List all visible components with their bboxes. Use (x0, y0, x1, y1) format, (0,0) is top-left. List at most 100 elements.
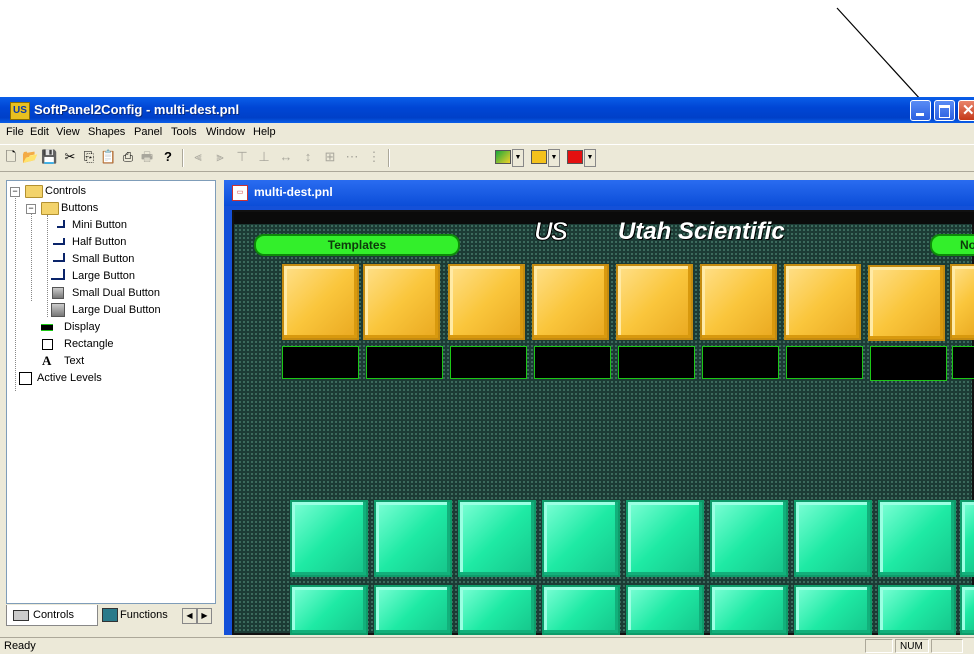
button-color-icon[interactable] (531, 150, 547, 164)
collapse-icon[interactable]: − (10, 187, 20, 197)
display[interactable] (534, 346, 611, 379)
space-down-icon[interactable]: ⋮ (366, 149, 382, 165)
mini-button-icon (57, 220, 65, 228)
document-title-bar[interactable]: ▭ multi-dest.pnl (224, 180, 974, 206)
align-bottom-icon[interactable]: ⊥ (256, 149, 272, 165)
align-left-icon[interactable]: ⫷ (190, 149, 206, 165)
destination-button[interactable] (960, 585, 974, 635)
panel-canvas[interactable]: Templates No US Utah Scientific (232, 210, 974, 635)
menu-file[interactable]: File (6, 126, 24, 138)
destination-button[interactable] (542, 585, 620, 635)
collapse-icon[interactable]: − (26, 204, 36, 214)
tree-item-mini-button[interactable]: Mini Button (49, 217, 209, 233)
close-button[interactable]: ✕ (958, 100, 974, 121)
templates-label[interactable]: Templates (254, 234, 460, 256)
open-folder-icon[interactable]: 📂 (22, 149, 38, 165)
tree-line (47, 215, 48, 317)
display[interactable] (786, 346, 863, 379)
template-button[interactable] (616, 264, 693, 340)
destination-button[interactable] (710, 500, 788, 577)
tree-item-half-button[interactable]: Half Button (49, 234, 209, 250)
tab-controls[interactable]: Controls (6, 605, 98, 626)
tab-functions[interactable]: Functions (98, 605, 182, 625)
destination-button[interactable] (374, 500, 452, 577)
print-preview-icon[interactable]: ⎙ (120, 149, 136, 165)
tree-item-rectangle[interactable]: Rectangle (33, 336, 203, 352)
destination-button[interactable] (626, 585, 704, 635)
copy-icon[interactable]: ⎘ (81, 149, 97, 165)
same-height-icon[interactable]: ↕ (300, 149, 316, 165)
paste-icon[interactable]: 📋 (100, 149, 116, 165)
display[interactable] (450, 346, 527, 379)
display[interactable] (618, 346, 695, 379)
tree-item-controls[interactable]: − Controls (9, 183, 209, 199)
tree-item-large-button[interactable]: Large Button (49, 268, 209, 284)
maximize-button[interactable] (934, 100, 955, 121)
same-width-icon[interactable]: ↔ (278, 149, 294, 165)
tree-item-active-levels[interactable]: Active Levels (17, 370, 207, 386)
checkbox-icon[interactable] (19, 372, 32, 385)
display[interactable] (282, 346, 359, 379)
template-button[interactable] (868, 265, 945, 341)
menu-tools[interactable]: Tools (171, 126, 197, 138)
destination-button[interactable] (458, 500, 536, 577)
destination-button[interactable] (290, 585, 368, 635)
menu-shapes[interactable]: Shapes (88, 126, 125, 138)
display[interactable] (870, 346, 947, 381)
tree-item-buttons[interactable]: − Buttons (25, 200, 205, 216)
template-button[interactable] (950, 264, 974, 340)
document-icon: ▭ (232, 185, 248, 201)
menu-window[interactable]: Window (206, 126, 245, 138)
destination-button[interactable] (878, 500, 956, 577)
align-right-icon[interactable]: ⫸ (212, 149, 228, 165)
destination-button[interactable] (710, 585, 788, 635)
text-color-dropdown[interactable]: ▼ (584, 149, 596, 167)
display[interactable] (366, 346, 443, 379)
menu-edit[interactable]: Edit (30, 126, 49, 138)
template-button[interactable] (784, 264, 861, 340)
destination-button[interactable] (542, 500, 620, 577)
destination-button[interactable] (794, 500, 872, 577)
fill-color-dropdown[interactable]: ▼ (512, 149, 524, 167)
destination-button[interactable] (458, 585, 536, 635)
destination-button[interactable] (960, 500, 974, 577)
print-icon[interactable]: 🖶 (139, 149, 155, 165)
text-color-icon[interactable] (567, 150, 583, 164)
same-size-icon[interactable]: ⊞ (322, 149, 338, 165)
title-bar[interactable]: US SoftPanel2Config - multi-dest.pnl ✕ (0, 97, 974, 123)
tree-item-small-button[interactable]: Small Button (49, 251, 209, 267)
destination-button[interactable] (794, 585, 872, 635)
help-icon[interactable]: ? (160, 149, 176, 165)
fill-color-icon[interactable] (495, 150, 511, 164)
display[interactable] (702, 346, 779, 379)
template-button[interactable] (700, 264, 777, 340)
template-button[interactable] (363, 264, 440, 340)
tree-item-large-dual-button[interactable]: Large Dual Button (49, 302, 209, 318)
menu-panel[interactable]: Panel (134, 126, 162, 138)
cut-icon[interactable]: ✂ (62, 149, 78, 165)
destination-button[interactable] (374, 585, 452, 635)
new-file-icon[interactable]: 🗋 (3, 149, 19, 165)
align-top-icon[interactable]: ⊤ (234, 149, 250, 165)
tree-item-text[interactable]: A Text (33, 353, 203, 369)
right-section-label[interactable]: No (930, 234, 974, 256)
menu-view[interactable]: View (56, 126, 80, 138)
destination-button[interactable] (626, 500, 704, 577)
template-button[interactable] (532, 264, 609, 340)
button-color-dropdown[interactable]: ▼ (548, 149, 560, 167)
minimize-button[interactable] (910, 100, 931, 121)
menu-help[interactable]: Help (253, 126, 276, 138)
save-icon[interactable]: 💾 (41, 149, 57, 165)
tab-scroll-right-button[interactable]: ▶ (197, 608, 212, 624)
tree-item-small-dual-button[interactable]: Small Dual Button (49, 285, 209, 301)
tab-scroll-left-button[interactable]: ◀ (182, 608, 197, 624)
space-across-icon[interactable]: ⋯ (344, 149, 360, 165)
destination-button[interactable] (290, 500, 368, 577)
destination-button[interactable] (878, 585, 956, 635)
template-button[interactable] (282, 264, 359, 340)
tree-item-display[interactable]: Display (33, 319, 203, 335)
tree-label: Text (64, 355, 85, 367)
toolbar-separator (388, 149, 390, 167)
display[interactable] (952, 346, 974, 379)
template-button[interactable] (448, 264, 525, 340)
